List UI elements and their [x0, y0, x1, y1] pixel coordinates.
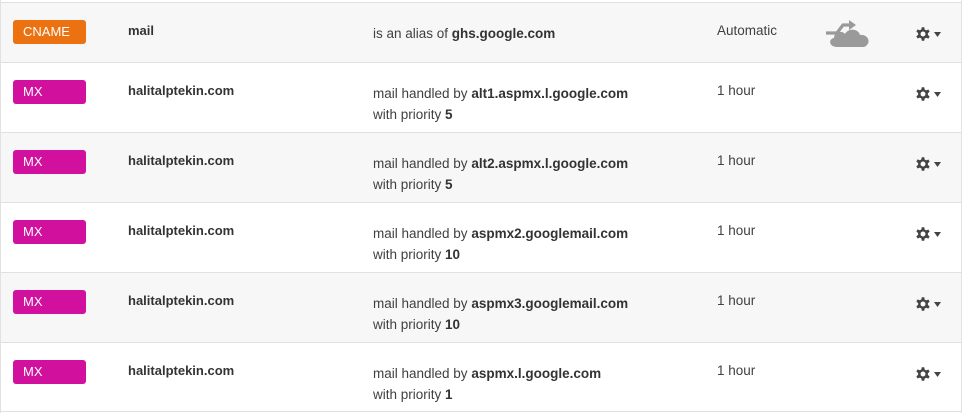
record-value-prefix: is an alias of — [373, 26, 452, 41]
record-settings-menu[interactable] — [914, 155, 944, 175]
dns-record-row: MX halitalptekin.com mail handled by alt… — [1, 132, 961, 202]
record-value-prefix: mail handled by — [373, 226, 472, 241]
record-name[interactable]: halitalptekin.com — [128, 83, 234, 98]
gear-icon — [916, 87, 930, 101]
record-priority-label: with priority — [373, 317, 446, 332]
record-value-prefix: mail handled by — [373, 366, 472, 381]
gear-icon — [916, 27, 930, 41]
gear-icon — [916, 297, 930, 311]
record-settings-menu[interactable] — [914, 85, 944, 105]
record-priority-label: with priority — [373, 107, 446, 122]
record-value-target: alt2.aspmx.l.google.com — [471, 156, 629, 171]
record-priority-label: with priority — [373, 247, 446, 262]
record-name[interactable]: halitalptekin.com — [128, 223, 234, 238]
record-type-badge: MX — [13, 290, 86, 314]
record-settings-menu[interactable] — [914, 225, 944, 245]
record-value-target: alt1.aspmx.l.google.com — [471, 86, 629, 101]
caret-down-icon — [934, 372, 941, 377]
record-priority-label: with priority — [373, 177, 446, 192]
record-value-target: aspmx2.googlemail.com — [471, 226, 629, 241]
record-ttl[interactable]: 1 hour — [717, 363, 755, 378]
record-type-badge: MX — [13, 360, 86, 384]
dns-record-row: MX halitalptekin.com mail handled by asp… — [1, 342, 961, 412]
dns-record-row: MX halitalptekin.com mail handled by asp… — [1, 202, 961, 272]
record-type-badge: MX — [13, 150, 86, 174]
record-name[interactable]: halitalptekin.com — [128, 363, 234, 378]
record-value[interactable]: mail handled by aspmx3.googlemail.com wi… — [373, 293, 628, 335]
record-value-target: aspmx.l.google.com — [471, 366, 602, 381]
record-name[interactable]: halitalptekin.com — [128, 153, 234, 168]
record-ttl[interactable]: Automatic — [717, 23, 777, 38]
record-value-prefix: mail handled by — [373, 156, 472, 171]
gear-icon — [916, 227, 930, 241]
record-priority-label: with priority — [373, 387, 446, 402]
record-settings-menu[interactable] — [914, 295, 944, 315]
cloud-bypass-icon[interactable] — [823, 17, 875, 51]
record-value[interactable]: is an alias of ghs.google.com — [373, 23, 555, 44]
dns-record-row: MX halitalptekin.com mail handled by alt… — [1, 62, 961, 132]
record-value-prefix: mail handled by — [373, 296, 472, 311]
record-type-badge: MX — [13, 220, 86, 244]
record-settings-menu[interactable] — [914, 25, 944, 45]
record-type-badge: CNAME — [13, 20, 86, 44]
record-priority-value: 10 — [445, 247, 461, 262]
record-ttl[interactable]: 1 hour — [717, 153, 755, 168]
caret-down-icon — [934, 302, 941, 307]
record-name[interactable]: mail — [128, 23, 154, 38]
record-value[interactable]: mail handled by aspmx2.googlemail.com wi… — [373, 223, 628, 265]
dns-records-table: CNAME mail is an alias of ghs.google.com… — [0, 0, 962, 413]
record-ttl[interactable]: 1 hour — [717, 223, 755, 238]
record-value-target: aspmx3.googlemail.com — [471, 296, 629, 311]
caret-down-icon — [934, 32, 941, 37]
record-priority-value: 5 — [445, 177, 453, 192]
record-value[interactable]: mail handled by aspmx.l.google.com with … — [373, 363, 601, 405]
record-priority-value: 5 — [445, 107, 453, 122]
gear-icon — [916, 367, 930, 381]
record-ttl[interactable]: 1 hour — [717, 83, 755, 98]
caret-down-icon — [934, 92, 941, 97]
record-type-badge: MX — [13, 80, 86, 104]
record-value-prefix: mail handled by — [373, 86, 472, 101]
record-ttl[interactable]: 1 hour — [717, 293, 755, 308]
caret-down-icon — [934, 162, 941, 167]
record-priority-value: 10 — [445, 317, 461, 332]
record-priority-value: 1 — [445, 387, 453, 402]
dns-record-row: MX halitalptekin.com mail handled by asp… — [1, 272, 961, 342]
caret-down-icon — [934, 232, 941, 237]
record-value[interactable]: mail handled by alt2.aspmx.l.google.com … — [373, 153, 628, 195]
gear-icon — [916, 157, 930, 171]
record-name[interactable]: halitalptekin.com — [128, 293, 234, 308]
record-settings-menu[interactable] — [914, 365, 944, 385]
record-value-target: ghs.google.com — [451, 26, 556, 41]
record-value[interactable]: mail handled by alt1.aspmx.l.google.com … — [373, 83, 628, 125]
